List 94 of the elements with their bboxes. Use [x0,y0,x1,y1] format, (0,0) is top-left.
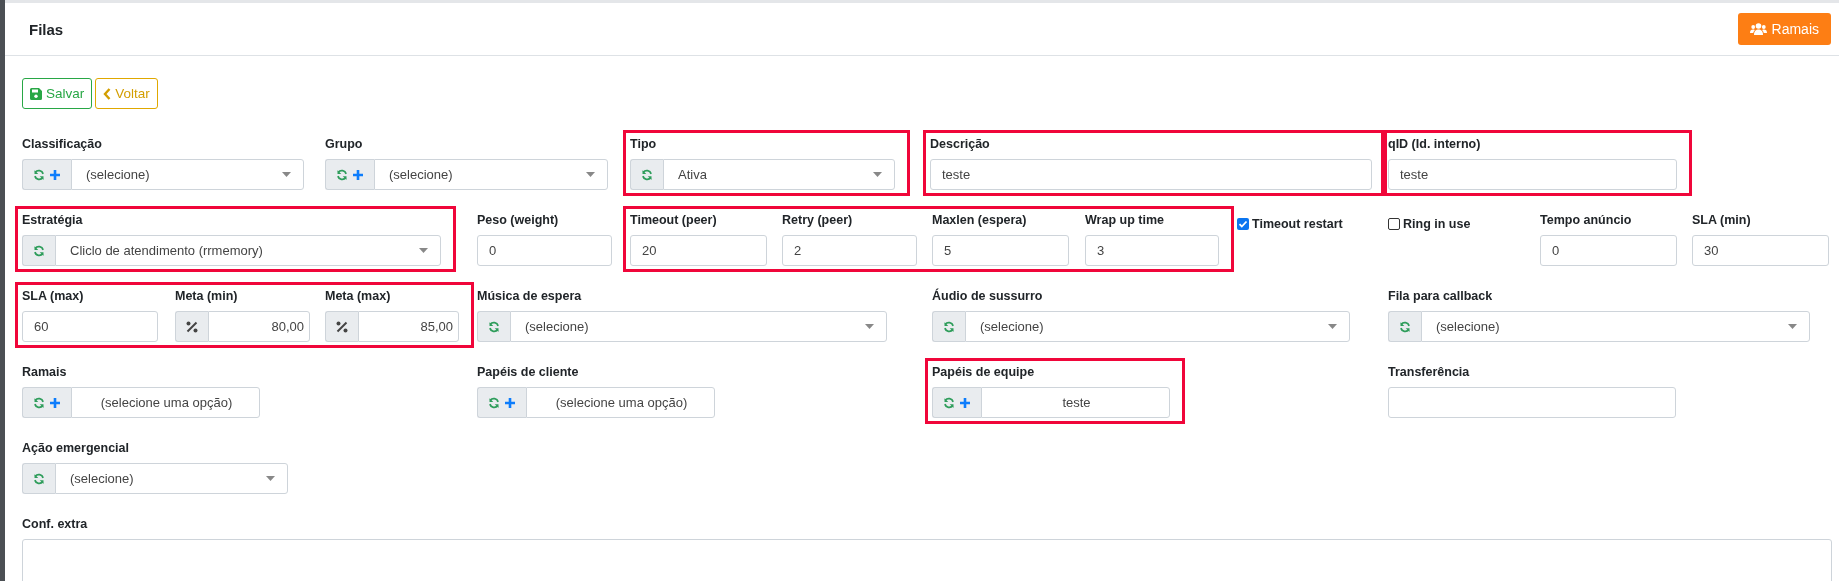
input-field[interactable]: 60 [22,311,158,342]
input-field[interactable] [1388,387,1676,418]
select-field[interactable]: Cliclo de atendimento (rrmemory) [55,235,441,266]
input-addon[interactable] [932,387,981,418]
field-label: Timeout (peer) [630,213,717,229]
checkbox-label: Ring in use [1403,217,1471,231]
refresh-icon[interactable] [488,396,500,409]
field-label: Papéis de cliente [477,365,579,381]
input-field[interactable]: 80,00 [208,311,310,342]
input-field[interactable]: 3 [1085,235,1219,266]
field-label: Áudio de sussurro [932,289,1043,305]
caret-icon [419,248,428,253]
select-field[interactable]: (selecione) [965,311,1350,342]
select-field[interactable]: (selecione) [374,159,608,190]
plus-icon[interactable] [49,396,61,409]
field-label: SLA (max) [22,289,84,305]
caret-icon [865,324,874,329]
field-label: Tipo [630,137,657,153]
input-addon[interactable] [477,387,526,418]
field-label: Descrição [930,137,990,153]
refresh-icon[interactable] [943,396,955,409]
users-icon [1749,23,1767,35]
input-addon[interactable] [630,159,663,190]
field-label: Wrap up time [1085,213,1164,229]
input-field[interactable]: teste [1388,159,1677,190]
percent-icon [186,320,198,333]
caret-icon [282,172,291,177]
field-label: Classificação [22,137,102,153]
select-field[interactable]: (selecione uma opção) [526,387,715,418]
caret-icon [1788,324,1797,329]
field-label: qID (Id. interno) [1388,137,1481,153]
input-addon[interactable] [22,235,55,266]
refresh-icon[interactable] [33,396,45,409]
input-addon[interactable] [1388,311,1421,342]
caret-icon [586,172,595,177]
refresh-icon[interactable] [33,472,45,485]
select-field[interactable]: (selecione) [1421,311,1810,342]
page-title: Filas [29,20,64,38]
plus-icon[interactable] [352,168,364,181]
checkbox[interactable] [1388,218,1400,230]
select-field[interactable]: (selecione uma opção) [71,387,260,418]
refresh-icon[interactable] [488,320,500,333]
caret-icon [1328,324,1337,329]
select-field[interactable]: (selecione) [71,159,304,190]
input-addon[interactable] [22,387,71,418]
input-field[interactable]: 0 [1540,235,1677,266]
input-field[interactable]: teste [930,159,1372,190]
save-icon [30,87,42,100]
input-field[interactable]: 30 [1692,235,1829,266]
plus-icon[interactable] [504,396,516,409]
refresh-icon[interactable] [1399,320,1411,333]
plus-icon[interactable] [959,396,971,409]
input-field[interactable]: 5 [932,235,1069,266]
percent-icon [336,320,348,333]
input-field[interactable]: 0 [477,235,612,266]
input-addon[interactable] [477,311,510,342]
input-field[interactable]: 2 [782,235,917,266]
refresh-icon[interactable] [943,320,955,333]
input-field[interactable]: 85,00 [358,311,459,342]
checkbox-label: Timeout restart [1252,217,1343,231]
select-field[interactable]: (selecione) [510,311,887,342]
chevron-left-icon [103,87,112,100]
input-addon[interactable] [22,159,71,190]
field-label: Conf. extra [22,517,88,533]
field-label: Meta (max) [325,289,391,305]
input-addon[interactable] [325,159,374,190]
select-field[interactable]: Ativa [663,159,895,190]
refresh-icon[interactable] [33,168,45,181]
select-field[interactable]: (selecione) [55,463,288,494]
caret-icon [873,172,882,177]
checkbox[interactable] [1237,218,1249,230]
field-label: Fila para callback [1388,289,1493,305]
field-label: Peso (weight) [477,213,559,229]
select-field[interactable]: teste [981,387,1170,418]
field-label: Transferência [1388,365,1470,381]
caret-icon [266,476,275,481]
input-addon[interactable] [22,463,55,494]
field-label: Retry (peer) [782,213,853,229]
field-label: Meta (min) [175,289,238,305]
input-field[interactable]: 20 [630,235,767,266]
field-label: Maxlen (espera) [932,213,1027,229]
field-label: Tempo anúncio [1540,213,1632,229]
refresh-icon[interactable] [336,168,348,181]
field-label: Papéis de equipe [932,365,1035,381]
plus-icon[interactable] [49,168,61,181]
refresh-icon[interactable] [641,168,653,181]
field-label: Ação emergencial [22,441,129,457]
field-label: SLA (min) [1692,213,1751,229]
field-label: Ramais [22,365,67,381]
input-addon[interactable] [932,311,965,342]
field-label: Música de espera [477,289,582,305]
refresh-icon[interactable] [33,244,45,257]
field-label: Estratégia [22,213,83,229]
field-label: Grupo [325,137,363,153]
